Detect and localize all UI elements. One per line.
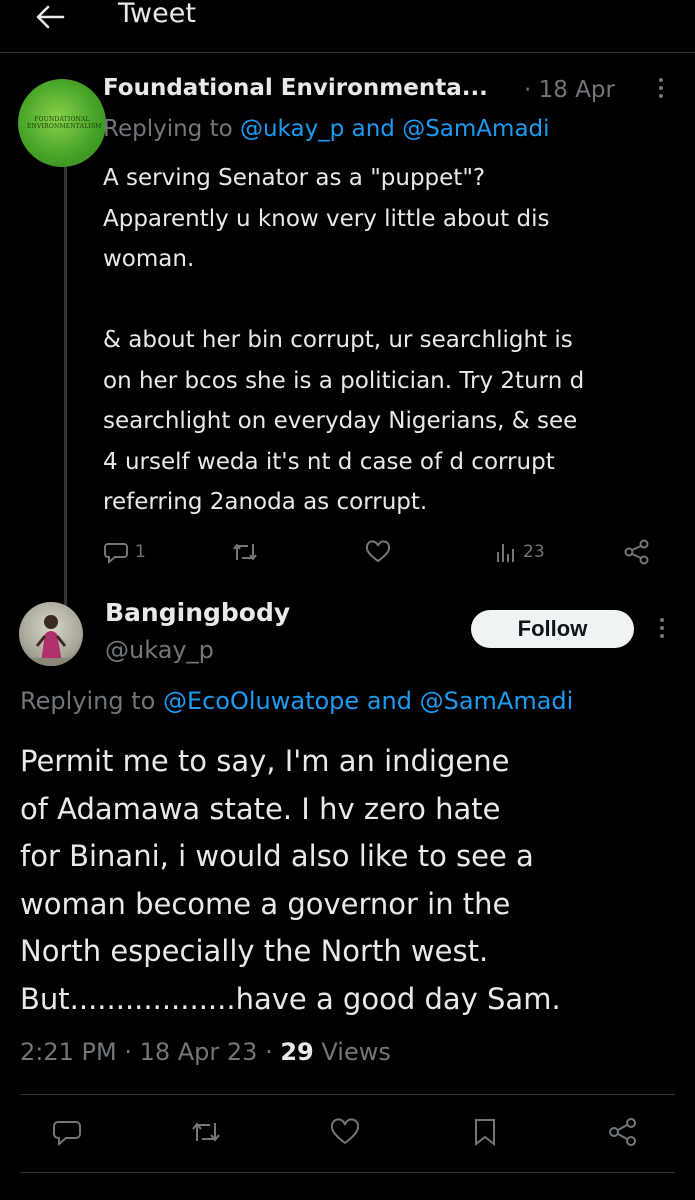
bookmark-button[interactable] [472, 1117, 498, 1147]
tweet-timestamp[interactable]: 2:21 PM · 18 Apr 23 · [20, 1038, 280, 1066]
mention-link[interactable]: @ukay_p [240, 116, 344, 142]
replying-prefix: Replying to [103, 116, 240, 142]
reply-button[interactable]: 1 [103, 540, 146, 564]
views-number: 29 [280, 1038, 314, 1066]
replying-to: Replying to @EcoOluwatope and @SamAmadi [20, 687, 573, 715]
retweet-icon [233, 543, 257, 561]
author-name[interactable]: Bangingbody [105, 598, 290, 627]
author-name[interactable]: Foundational Environmenta... [103, 75, 488, 101]
thread-line [64, 150, 67, 645]
like-button[interactable] [365, 540, 397, 564]
mention-link[interactable]: @SamAmadi [402, 116, 549, 142]
mention-link[interactable]: @SamAmadi [420, 687, 574, 715]
page-title: Tweet [118, 0, 196, 29]
meta-divider [20, 1094, 675, 1095]
tweet-text: Permit me to say, I'm an indigene of Ada… [20, 744, 561, 1016]
share-button[interactable] [623, 539, 651, 565]
tweet-timestamp[interactable]: · 18 Apr [524, 77, 615, 103]
reply-icon [53, 1121, 81, 1146]
reply-icon [104, 543, 128, 564]
views-button[interactable]: 23 [495, 540, 545, 564]
avatar-person-icon [19, 615, 83, 666]
share-button[interactable] [608, 1117, 638, 1147]
avatar[interactable] [19, 602, 83, 666]
reply-button[interactable] [52, 1118, 82, 1146]
tweet-text: A serving Senator as a "puppet"? Apparen… [103, 165, 585, 515]
top-bar: Tweet [0, 0, 695, 64]
replying-to: Replying to @ukay_p and @SamAmadi [103, 116, 550, 142]
arrow-left-icon [36, 5, 65, 29]
avatar-logo-text: FOUNDATIONAL ENVIRONMENTALISM [27, 116, 102, 130]
more-options-button[interactable] [651, 612, 673, 646]
replying-and: and [344, 116, 403, 142]
tweet-meta: 2:21 PM · 18 Apr 23 · 29 Views [20, 1038, 391, 1066]
more-vertical-icon [659, 78, 663, 98]
follow-button[interactable]: Follow [471, 610, 634, 648]
author-handle[interactable]: @ukay_p [105, 636, 214, 664]
bookmark-icon [475, 1119, 495, 1147]
replying-and: and [359, 687, 420, 715]
heart-icon [330, 1118, 360, 1145]
tweet-actions [52, 1114, 652, 1150]
header-divider [0, 52, 695, 53]
replying-prefix: Replying to [20, 687, 163, 715]
like-button[interactable] [330, 1118, 360, 1146]
mention-link[interactable]: @EcoOluwatope [163, 687, 359, 715]
more-options-button[interactable] [649, 72, 673, 106]
views-icon [497, 544, 514, 562]
more-vertical-icon [660, 618, 664, 638]
views-count: 23 [523, 542, 545, 562]
actions-divider [20, 1172, 675, 1173]
back-button[interactable] [28, 0, 72, 34]
share-icon [609, 1118, 636, 1146]
retweet-button[interactable] [190, 1118, 222, 1146]
retweet-icon [192, 1122, 220, 1142]
avatar[interactable]: FOUNDATIONAL ENVIRONMENTALISM [18, 79, 106, 167]
retweet-button[interactable] [231, 540, 265, 564]
reply-count: 1 [135, 542, 146, 562]
views-label: Views [313, 1038, 391, 1066]
share-icon [624, 539, 649, 565]
heart-icon [365, 540, 391, 563]
tweet-actions: 1 23 [103, 534, 663, 570]
